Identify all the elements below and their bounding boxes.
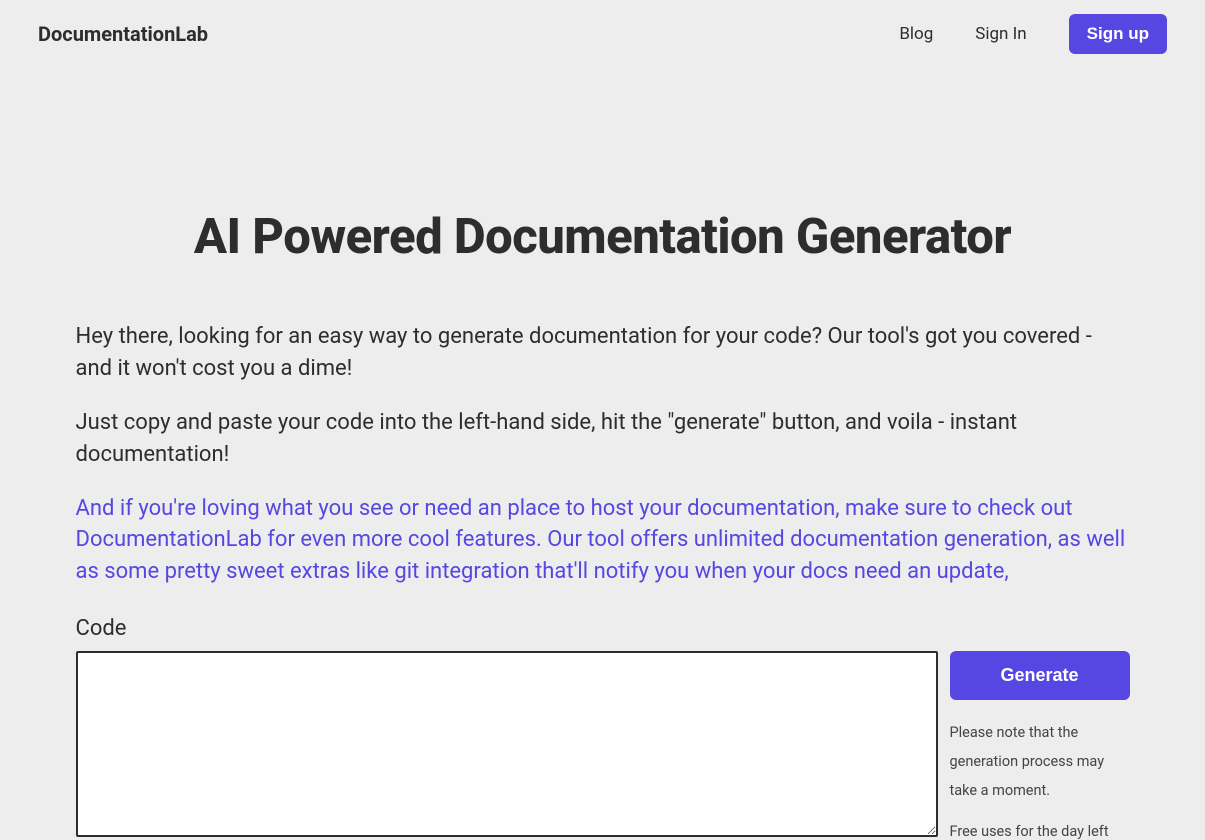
generate-button[interactable]: Generate	[950, 651, 1130, 700]
intro-paragraph-1: Hey there, looking for an easy way to ge…	[76, 321, 1130, 385]
nav-blog-link[interactable]: Blog	[899, 24, 933, 44]
header-nav: Blog Sign In Sign up	[899, 14, 1167, 54]
intro-paragraph-2: Just copy and paste your code into the l…	[76, 407, 1130, 471]
promo-paragraph: And if you're loving what you see or nee…	[76, 493, 1130, 589]
code-label: Code	[76, 616, 1130, 641]
signup-button[interactable]: Sign up	[1069, 14, 1167, 54]
nav-signin-link[interactable]: Sign In	[975, 24, 1026, 44]
logo[interactable]: DocumentationLab	[38, 22, 208, 46]
free-uses-left-text: Free uses for the day left	[950, 823, 1130, 840]
promo-link[interactable]: DocumentationLab	[76, 527, 262, 552]
promo-text-prefix: And if you're loving what you see or nee…	[76, 496, 1073, 521]
code-input[interactable]	[76, 651, 938, 837]
page-title: AI Powered Documentation Generator	[76, 208, 1130, 265]
generation-note: Please note that the generation process …	[950, 718, 1130, 805]
